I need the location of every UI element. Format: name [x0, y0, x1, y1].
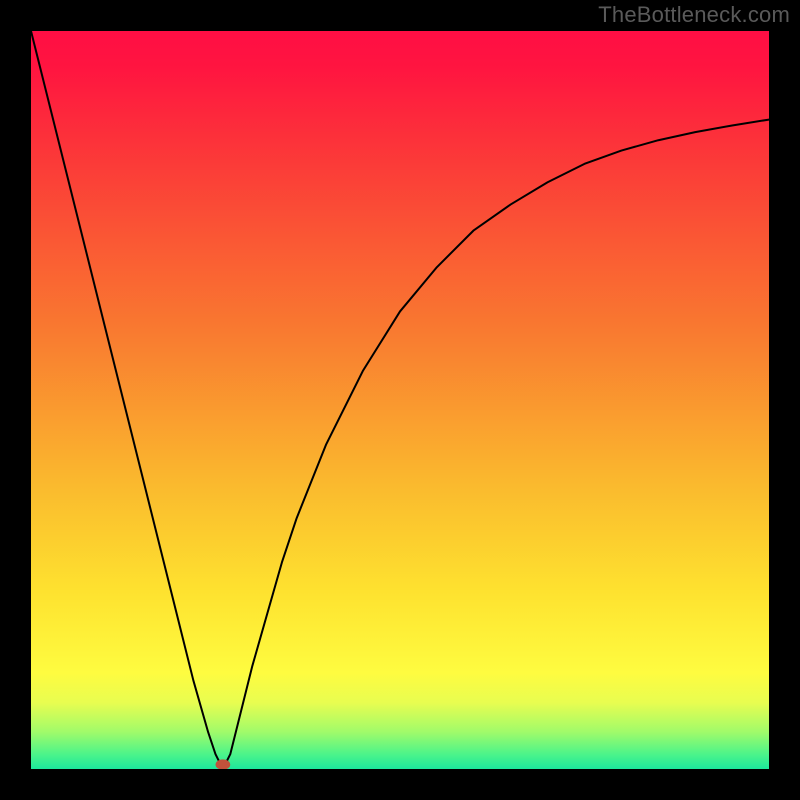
watermark-text: TheBottleneck.com [598, 2, 790, 28]
curve-svg [31, 31, 769, 769]
chart-frame: TheBottleneck.com [0, 0, 800, 800]
bottleneck-curve-path [31, 31, 769, 769]
plot-area [31, 31, 769, 769]
